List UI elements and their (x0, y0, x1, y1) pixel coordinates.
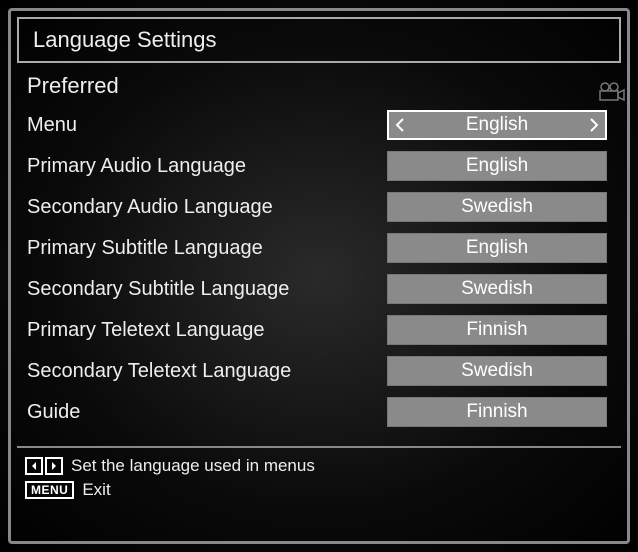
value-text: Finnish (388, 401, 606, 423)
setting-row-secondary-subtitle[interactable]: Secondary Subtitle Language Swedish (27, 273, 611, 305)
help-row-menu: MENU Exit (25, 480, 613, 500)
value-selector[interactable]: English (387, 151, 607, 181)
value-selector[interactable]: Swedish (387, 356, 607, 386)
camera-icon (597, 81, 625, 107)
setting-row-menu[interactable]: Menu English (27, 109, 611, 141)
main-panel: Language Settings Preferred Menu English (8, 8, 630, 544)
setting-label: Guide (27, 401, 387, 424)
help-section: Set the language used in menus MENU Exit (17, 456, 621, 500)
setting-label: Secondary Teletext Language (27, 360, 387, 383)
setting-row-primary-audio[interactable]: Primary Audio Language English (27, 150, 611, 182)
page-title: Language Settings (33, 27, 605, 53)
value-text: English (411, 114, 583, 136)
help-row-nav: Set the language used in menus (25, 456, 613, 476)
setting-label: Primary Audio Language (27, 155, 387, 178)
setting-row-primary-teletext[interactable]: Primary Teletext Language Finnish (27, 314, 611, 346)
title-bar: Language Settings (17, 17, 621, 63)
help-text-menu: Exit (82, 480, 110, 500)
setting-label: Menu (27, 114, 387, 137)
value-selector-menu[interactable]: English (387, 110, 607, 140)
setting-row-guide[interactable]: Guide Finnish (27, 396, 611, 428)
value-text: English (388, 237, 606, 259)
value-text: Swedish (388, 196, 606, 218)
arrow-right-icon[interactable] (583, 112, 605, 138)
menu-key-icon: MENU (25, 481, 74, 499)
divider (17, 446, 621, 448)
value-selector[interactable]: English (387, 233, 607, 263)
value-selector[interactable]: Swedish (387, 274, 607, 304)
arrow-left-icon[interactable] (389, 112, 411, 138)
help-text-nav: Set the language used in menus (71, 456, 315, 476)
setting-label: Primary Subtitle Language (27, 237, 387, 260)
value-text: Finnish (388, 319, 606, 341)
left-right-key-icon (25, 457, 63, 475)
section-heading: Preferred (27, 73, 621, 99)
value-selector[interactable]: Finnish (387, 397, 607, 427)
setting-row-primary-subtitle[interactable]: Primary Subtitle Language English (27, 232, 611, 264)
value-text: English (388, 155, 606, 177)
value-text: Swedish (388, 360, 606, 382)
value-text: Swedish (388, 278, 606, 300)
setting-row-secondary-teletext[interactable]: Secondary Teletext Language Swedish (27, 355, 611, 387)
setting-label: Secondary Audio Language (27, 196, 387, 219)
setting-label: Secondary Subtitle Language (27, 278, 387, 301)
settings-list: Menu English Primary Audio Language Engl… (17, 109, 621, 428)
setting-row-secondary-audio[interactable]: Secondary Audio Language Swedish (27, 191, 611, 223)
value-selector[interactable]: Finnish (387, 315, 607, 345)
value-selector[interactable]: Swedish (387, 192, 607, 222)
setting-label: Primary Teletext Language (27, 319, 387, 342)
window-frame: Language Settings Preferred Menu English (0, 0, 638, 552)
